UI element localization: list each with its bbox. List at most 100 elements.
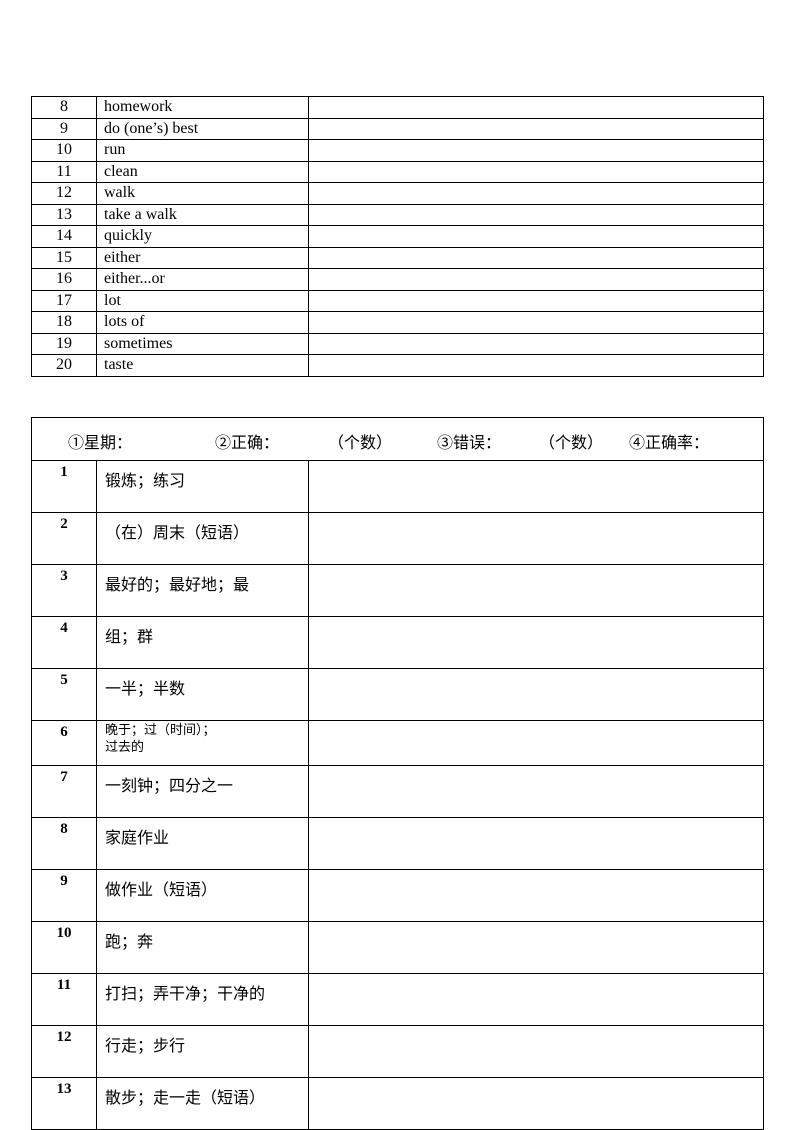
chinese-meaning: 跑；奔 xyxy=(96,921,309,974)
answer-cell[interactable] xyxy=(308,921,764,974)
answer-cell[interactable] xyxy=(308,354,764,377)
answer-cell[interactable] xyxy=(308,765,764,818)
chinese-meaning: 行走；步行 xyxy=(96,1025,309,1078)
row-number: 15 xyxy=(31,246,97,269)
english-word: run xyxy=(96,139,309,162)
answer-cell[interactable] xyxy=(308,160,764,183)
quiz-row: 13 散步；走一走（短语） xyxy=(31,1077,764,1130)
quiz-row: 2 （在）周末（短语） xyxy=(31,512,764,565)
answer-cell[interactable] xyxy=(308,512,764,565)
english-word: homework xyxy=(96,96,309,119)
answer-cell[interactable] xyxy=(308,668,764,721)
answer-cell[interactable] xyxy=(308,869,764,922)
vocab-row: 12 walk xyxy=(31,182,764,205)
english-word: sometimes xyxy=(96,332,309,355)
answer-cell[interactable] xyxy=(308,564,764,617)
row-number: 6 xyxy=(31,720,97,766)
quiz-row: 9 做作业（短语） xyxy=(31,869,764,922)
wrong-label: ③错误： xyxy=(437,433,502,452)
english-word: do (one’s) best xyxy=(96,117,309,140)
row-number: 10 xyxy=(31,139,97,162)
chinese-meaning: 最好的；最好地；最 xyxy=(96,564,309,617)
vocab-row: 19 sometimes xyxy=(31,332,764,355)
chinese-meaning: 一刻钟；四分之一 xyxy=(96,765,309,818)
row-number: 20 xyxy=(31,354,97,377)
vocab-row: 8 homework xyxy=(31,96,764,119)
answer-cell[interactable] xyxy=(308,246,764,269)
english-word: take a walk xyxy=(96,203,309,226)
answer-cell[interactable] xyxy=(308,332,764,355)
vocab-row: 20 taste xyxy=(31,354,764,377)
quiz-row: 10 跑；奔 xyxy=(31,921,764,974)
quiz-table: ①星期： ②正确： （个数） ③错误： （个数） ④正确率： 1 锻炼；练习 2 （在… xyxy=(31,417,764,1130)
answer-cell[interactable] xyxy=(308,182,764,205)
chinese-meaning: 家庭作业 xyxy=(96,817,309,870)
answer-cell[interactable] xyxy=(308,117,764,140)
weekday-label: ①星期： xyxy=(68,433,133,452)
english-word: clean xyxy=(96,160,309,183)
meaning-line: 晚于；过（时间）； xyxy=(105,723,216,738)
row-number: 16 xyxy=(31,268,97,291)
chinese-meaning: （在）周末（短语） xyxy=(96,512,309,565)
answer-cell[interactable] xyxy=(308,96,764,119)
row-number: 7 xyxy=(31,765,97,818)
english-word: taste xyxy=(96,354,309,377)
correct-label: ②正确： xyxy=(215,433,280,452)
row-number: 9 xyxy=(31,117,97,140)
answer-cell[interactable] xyxy=(308,720,764,766)
english-word: either xyxy=(96,246,309,269)
chinese-meaning: 做作业（短语） xyxy=(96,869,309,922)
row-number: 14 xyxy=(31,225,97,248)
vocab-row: 16 either...or xyxy=(31,268,764,291)
chinese-meaning: 打扫；弄干净；干净的 xyxy=(96,973,309,1026)
row-number: 11 xyxy=(31,973,97,1026)
answer-cell[interactable] xyxy=(308,203,764,226)
answer-cell[interactable] xyxy=(308,973,764,1026)
english-word: lots of xyxy=(96,311,309,334)
quiz-row: 3 最好的；最好地；最 xyxy=(31,564,764,617)
vocab-row: 17 lot xyxy=(31,289,764,312)
row-number: 9 xyxy=(31,869,97,922)
vocab-table: 8 homework 9 do (one’s) best 10 run 11 clean 12 w… xyxy=(31,96,764,377)
english-word: either...or xyxy=(96,268,309,291)
chinese-meaning: 散步；走一走（短语） xyxy=(96,1077,309,1130)
row-number: 13 xyxy=(31,1077,97,1130)
answer-cell[interactable] xyxy=(308,311,764,334)
row-number: 19 xyxy=(31,332,97,355)
answer-cell[interactable] xyxy=(308,616,764,669)
quiz-header-row: ①星期： ②正确： （个数） ③错误： （个数） ④正确率： xyxy=(31,417,764,461)
answer-cell[interactable] xyxy=(308,268,764,291)
row-number: 4 xyxy=(31,616,97,669)
row-number: 18 xyxy=(31,311,97,334)
row-number: 10 xyxy=(31,921,97,974)
row-number: 3 xyxy=(31,564,97,617)
wrong-count-unit: （个数） xyxy=(539,433,604,452)
quiz-row: 5 一半；半数 xyxy=(31,668,764,721)
answer-cell[interactable] xyxy=(308,139,764,162)
quiz-row: 6 晚于；过（时间）； 过去的 xyxy=(31,720,764,766)
vocab-row: 18 lots of xyxy=(31,311,764,334)
answer-cell[interactable] xyxy=(308,225,764,248)
answer-cell[interactable] xyxy=(308,1025,764,1078)
answer-cell[interactable] xyxy=(308,289,764,312)
answer-cell[interactable] xyxy=(308,817,764,870)
answer-cell[interactable] xyxy=(308,460,764,513)
vocab-row: 14 quickly xyxy=(31,225,764,248)
chinese-meaning: 锻炼；练习 xyxy=(96,460,309,513)
quiz-row: 8 家庭作业 xyxy=(31,817,764,870)
answer-cell[interactable] xyxy=(308,1077,764,1130)
correct-count-unit: （个数） xyxy=(328,433,393,452)
row-number: 12 xyxy=(31,182,97,205)
row-number: 1 xyxy=(31,460,97,513)
quiz-row: 7 一刻钟；四分之一 xyxy=(31,765,764,818)
english-word: walk xyxy=(96,182,309,205)
english-word: quickly xyxy=(96,225,309,248)
vocab-row: 13 take a walk xyxy=(31,203,764,226)
quiz-header: ①星期： ②正确： （个数） ③错误： （个数） ④正确率： xyxy=(31,417,764,461)
row-number: 17 xyxy=(31,289,97,312)
row-number: 8 xyxy=(31,817,97,870)
row-number: 11 xyxy=(31,160,97,183)
chinese-meaning: 一半；半数 xyxy=(96,668,309,721)
vocab-row: 15 either xyxy=(31,246,764,269)
chinese-meaning: 组；群 xyxy=(96,616,309,669)
